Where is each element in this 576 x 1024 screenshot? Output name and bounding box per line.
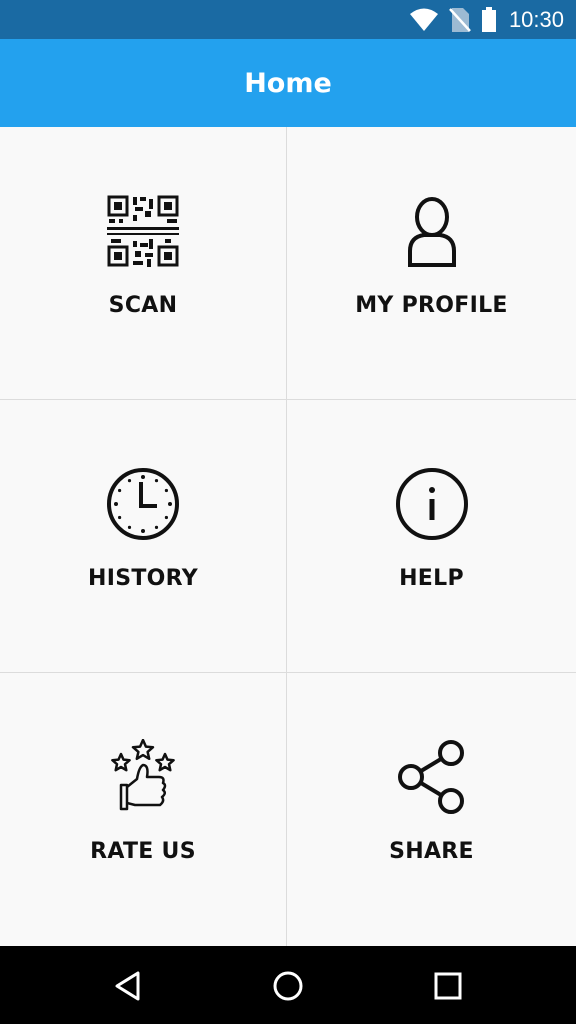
- page-title: Home: [244, 67, 332, 99]
- battery-icon: [481, 6, 497, 33]
- share-tile[interactable]: SHARE: [287, 673, 576, 946]
- back-icon[interactable]: [106, 964, 150, 1008]
- wifi-icon: [409, 8, 439, 32]
- my-profile-tile[interactable]: MY PROFILE: [287, 127, 576, 400]
- navigation-bar: [0, 946, 576, 1024]
- no-sim-icon: [449, 7, 471, 33]
- clock-icon: [105, 466, 181, 542]
- share-icon: [394, 739, 470, 815]
- help-tile[interactable]: HELP: [287, 400, 576, 673]
- info-icon: [394, 466, 470, 542]
- status-time: 10:30: [508, 6, 564, 32]
- history-label: HISTORY: [88, 566, 198, 591]
- history-tile[interactable]: HISTORY: [0, 400, 287, 673]
- thumbs-up-stars-icon: [105, 739, 181, 815]
- rate-us-label: RATE US: [90, 839, 196, 864]
- my-profile-label: MY PROFILE: [355, 293, 508, 318]
- rate-us-tile[interactable]: RATE US: [0, 673, 287, 946]
- home-menu-grid: SCAN MY PROFILE HISTORY HELP RATE US SHA…: [0, 127, 576, 946]
- scan-tile[interactable]: SCAN: [0, 127, 287, 400]
- home-icon[interactable]: [266, 964, 310, 1008]
- share-label: SHARE: [389, 839, 474, 864]
- help-label: HELP: [399, 566, 464, 591]
- status-icons: 10:30: [409, 0, 564, 39]
- scan-label: SCAN: [108, 293, 178, 318]
- app-bar: Home: [0, 39, 576, 127]
- user-icon: [394, 193, 470, 269]
- recents-icon[interactable]: [426, 964, 470, 1008]
- qr-code-icon: [105, 193, 181, 269]
- status-bar: 10:30: [0, 0, 576, 39]
